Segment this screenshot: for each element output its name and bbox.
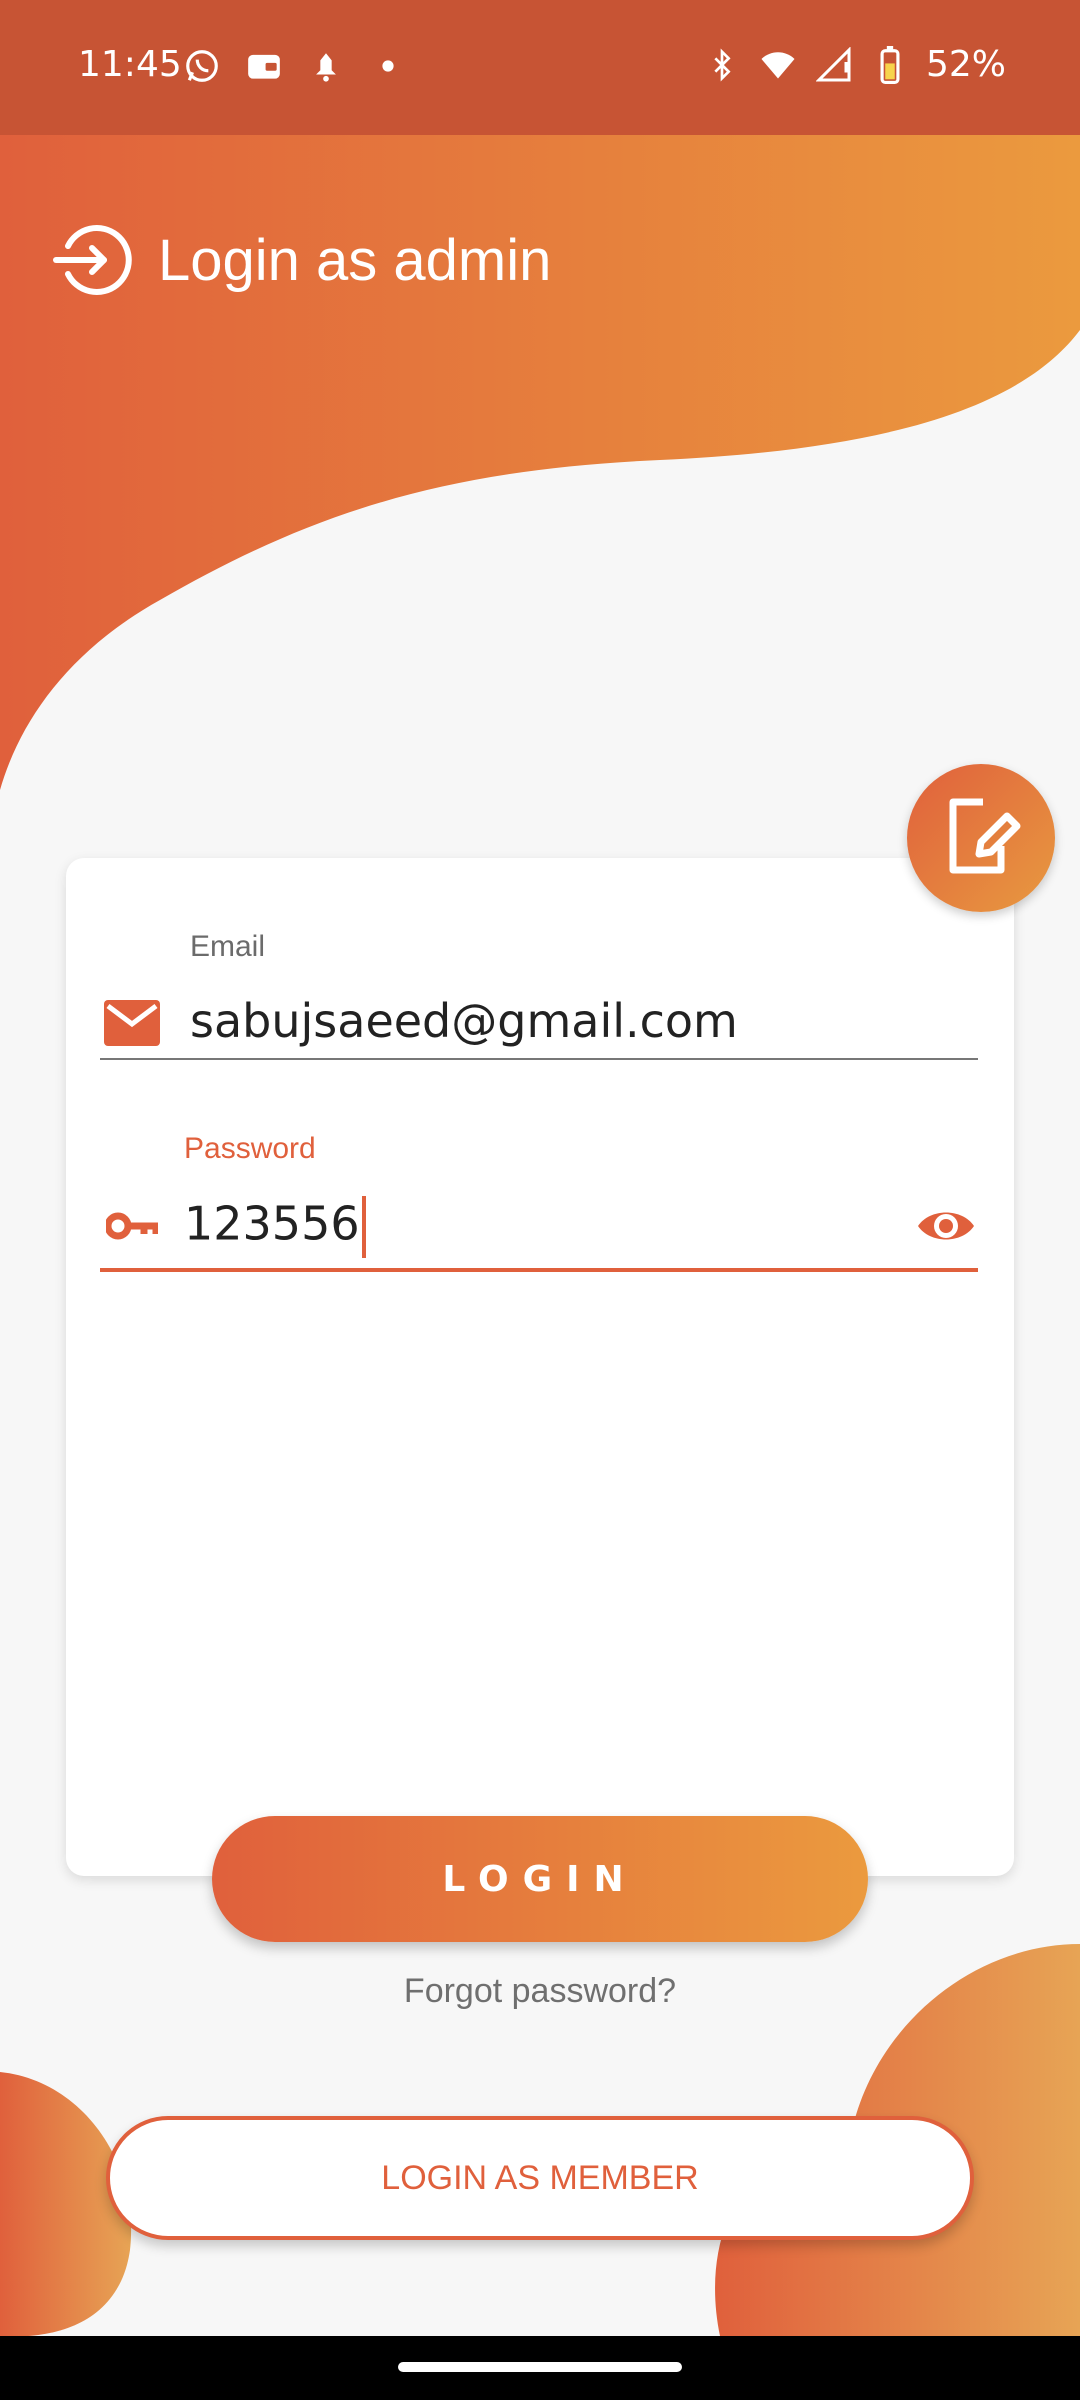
password-value: 123556: [184, 1196, 360, 1251]
page-header: Login as admin: [52, 220, 551, 300]
bluetooth-icon: [702, 45, 742, 85]
home-gesture-handle[interactable]: [398, 2362, 682, 2372]
eye-icon[interactable]: [916, 1204, 976, 1253]
edit-button[interactable]: [907, 764, 1055, 912]
mail-icon: [104, 1000, 160, 1051]
wallet-icon: [244, 46, 284, 86]
login-as-member-button[interactable]: LOGIN AS MEMBER: [106, 2116, 974, 2240]
login-icon: [52, 220, 132, 300]
battery-percent: 52%: [925, 44, 1006, 85]
email-field[interactable]: Email sabujsaeed@gmail.com: [100, 930, 978, 1062]
navigation-bar: [0, 2336, 1080, 2400]
password-underline: [100, 1268, 978, 1272]
login-button[interactable]: LOGIN: [212, 1816, 868, 1942]
dot-icon: [368, 46, 408, 86]
status-bar: 11:45 52%: [0, 0, 1080, 135]
email-label: Email: [190, 930, 266, 963]
password-field[interactable]: Password 123556: [100, 1132, 978, 1272]
bell-icon: [306, 46, 346, 86]
status-system-icons: 52%: [702, 44, 1006, 85]
status-notification-icons: [182, 46, 408, 86]
status-time: 11:45: [78, 44, 182, 85]
signal-icon: [814, 45, 854, 85]
whatsapp-icon: [182, 46, 222, 86]
forgot-password-link[interactable]: Forgot password?: [0, 1972, 1080, 2011]
wifi-icon: [758, 45, 798, 85]
password-label: Password: [184, 1132, 316, 1165]
text-caret: [361, 1196, 366, 1258]
email-underline: [100, 1058, 978, 1060]
page-title: Login as admin: [158, 227, 552, 293]
email-input[interactable]: sabujsaeed@gmail.com: [190, 994, 738, 1048]
battery-icon: [870, 45, 910, 85]
edit-icon: [939, 794, 1023, 883]
key-icon: [104, 1210, 160, 1247]
password-input[interactable]: 123556: [184, 1196, 366, 1258]
